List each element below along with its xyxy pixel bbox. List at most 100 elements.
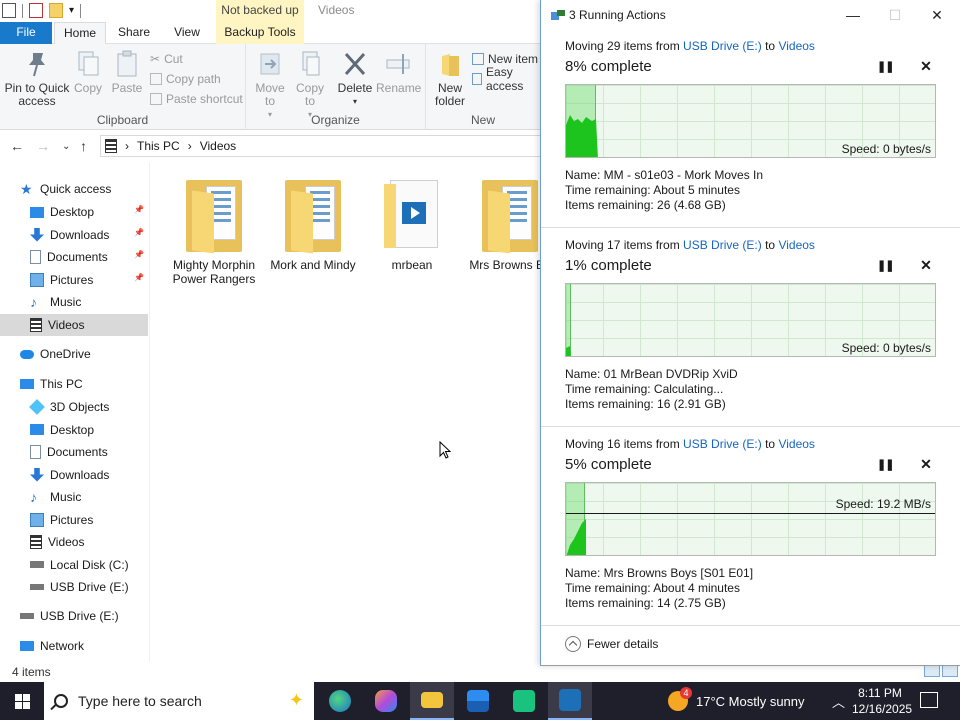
pause-button[interactable]: ❚❚ — [877, 458, 894, 472]
file-name: Mrs Browns Bo — [469, 258, 542, 272]
operation-prefix: Moving 17 items from — [565, 238, 680, 252]
maximize-button[interactable]: ☐ — [875, 4, 915, 26]
delete-button[interactable]: Delete ▾ — [336, 48, 374, 108]
cancel-button[interactable]: ✕ — [919, 456, 933, 472]
percent-complete: 1% complete — [565, 257, 652, 274]
details-view-icon[interactable] — [924, 665, 940, 677]
forward-arrow-icon[interactable]: → — [36, 138, 50, 154]
tab-home[interactable]: Home — [54, 22, 106, 44]
source-link[interactable]: USB Drive (E:) — [683, 39, 762, 53]
clipboard-icon — [117, 50, 137, 77]
file-item[interactable]: Mrs Browns Bo — [464, 178, 542, 272]
operation-details: Name: 01 MrBean DVDRip XviD Time remaini… — [565, 367, 738, 412]
nav-item-downloads[interactable]: Downloads — [0, 464, 148, 486]
nav-item-pictures[interactable]: Pictures 📌 — [0, 269, 148, 291]
tab-file[interactable]: File — [0, 22, 52, 44]
file-item[interactable]: Mighty Morphin Power Rangers — [168, 178, 260, 286]
pause-button[interactable]: ❚❚ — [877, 259, 894, 273]
fewer-details-button[interactable]: Fewer details — [565, 636, 658, 652]
destination-link[interactable]: Videos — [778, 437, 814, 451]
clock-time: 8:11 PM — [858, 686, 902, 700]
nav-item-local-disk-c[interactable]: Local Disk (C:) — [0, 554, 148, 576]
minimize-button[interactable]: — — [833, 4, 873, 26]
move-to-button[interactable]: Move to ▾ — [252, 48, 288, 121]
recent-locations-chevron-icon[interactable]: ⌄ — [62, 141, 70, 152]
nav-item-desktop[interactable]: Desktop — [0, 419, 148, 441]
new-folder-label: New folder — [434, 81, 466, 108]
address-field[interactable]: › This PC › Videos — [100, 135, 540, 157]
search-highlight-icon[interactable]: ✦ — [289, 690, 304, 711]
nav-item-videos[interactable]: Videos — [0, 313, 148, 336]
easy-access-icon — [472, 73, 483, 85]
weather-widget[interactable]: 4 17°C Mostly sunny — [668, 682, 805, 720]
taskbar-clock[interactable]: 8:11 PM 12/16/2025 — [852, 685, 912, 717]
close-icon: ✕ — [920, 257, 932, 273]
file-item[interactable]: mrbean — [366, 178, 458, 272]
nav-usb-drive[interactable]: USB Drive (E:) — [20, 605, 168, 627]
documents-icon — [30, 250, 41, 264]
show-hidden-icons[interactable]: ︿ — [832, 682, 845, 720]
new-folder-icon[interactable] — [49, 3, 63, 18]
up-arrow-icon[interactable]: ↑ — [80, 138, 87, 154]
destination-link[interactable]: Videos — [778, 39, 814, 53]
nav-item-documents[interactable]: Documents 📌 — [0, 246, 148, 268]
nav-item-desktop[interactable]: Desktop 📌 — [0, 201, 148, 223]
taskbar-edge[interactable] — [318, 682, 362, 720]
nav-item-documents[interactable]: Documents — [0, 441, 148, 463]
notification-center-icon[interactable] — [920, 692, 938, 708]
fewer-details-label: Fewer details — [587, 637, 659, 651]
nav-item-music[interactable]: ♪ Music — [0, 291, 148, 313]
cancel-button[interactable]: ✕ — [919, 257, 933, 273]
new-folder-button[interactable]: New folder — [430, 48, 470, 108]
cancel-button[interactable]: ✕ — [919, 58, 933, 74]
source-link[interactable]: USB Drive (E:) — [683, 238, 762, 252]
copy-button[interactable]: Copy — [72, 48, 104, 95]
paste-shortcut-button[interactable]: Paste shortcut — [150, 90, 243, 108]
nav-network[interactable]: Network — [20, 635, 168, 657]
tab-backup-tools[interactable]: Backup Tools — [216, 22, 304, 44]
properties-icon[interactable] — [29, 3, 43, 18]
breadcrumb-videos[interactable]: Videos — [200, 139, 236, 153]
pause-button[interactable]: ❚❚ — [877, 60, 894, 74]
file-operation: Moving 17 items from USB Drive (E:) to V… — [541, 229, 960, 427]
taskbar-app[interactable] — [502, 682, 546, 720]
nav-item-videos[interactable]: Videos — [0, 531, 148, 553]
taskbar-file-explorer[interactable] — [410, 682, 454, 720]
file-item[interactable]: Mork and Mindy — [267, 178, 359, 272]
taskbar-copilot[interactable] — [364, 682, 408, 720]
taskbar-store[interactable] — [456, 682, 500, 720]
paste-button[interactable]: Paste — [108, 48, 146, 95]
rename-button[interactable]: Rename — [376, 48, 421, 95]
nav-this-pc[interactable]: This PC — [20, 373, 168, 395]
close-button[interactable]: ✕ — [917, 4, 957, 26]
nav-item-pictures[interactable]: Pictures — [0, 509, 148, 531]
nav-item-usb-drive-e[interactable]: USB Drive (E:) — [0, 576, 148, 598]
file-operations-dialog: 3 Running Actions — ☐ ✕ Moving 29 items … — [540, 0, 960, 666]
start-button[interactable] — [0, 682, 44, 720]
cut-button[interactable]: ✂ Cut — [150, 50, 183, 68]
nav-item-downloads[interactable]: Downloads 📌 — [0, 224, 148, 246]
large-icons-view-icon[interactable] — [942, 665, 958, 677]
copy-to-button[interactable]: Copy to ▾ — [292, 48, 328, 121]
nav-item-music[interactable]: ♪ Music — [0, 486, 148, 508]
easy-access-button[interactable]: Easy access — [472, 65, 540, 93]
mouse-cursor-icon — [439, 441, 451, 459]
videos-folder-icon[interactable] — [2, 3, 16, 18]
taskbar-video-app[interactable] — [548, 682, 592, 720]
destination-link[interactable]: Videos — [778, 238, 814, 252]
copy-path-button[interactable]: Copy path — [150, 70, 221, 88]
nav-quick-access[interactable]: ★ Quick access — [20, 178, 168, 200]
nav-onedrive[interactable]: OneDrive — [20, 343, 168, 365]
tab-share[interactable]: Share — [110, 22, 158, 44]
usb-drive-icon — [30, 584, 44, 590]
source-link[interactable]: USB Drive (E:) — [683, 437, 762, 451]
taskbar-search-box[interactable]: Type here to search ✦ — [44, 682, 314, 720]
tab-view[interactable]: View — [164, 22, 210, 44]
pin-to-quick-access-button[interactable]: Pin to Quick access — [4, 48, 70, 108]
nav-item-3d-objects[interactable]: 3D Objects — [0, 396, 148, 418]
breadcrumb-this-pc[interactable]: This PC — [137, 139, 180, 153]
customize-toolbar-chevron-icon[interactable]: ▾ — [69, 5, 74, 16]
dialog-title: 3 Running Actions — [569, 8, 666, 22]
back-arrow-icon[interactable]: ← — [10, 138, 24, 154]
pin-icon — [29, 53, 45, 77]
